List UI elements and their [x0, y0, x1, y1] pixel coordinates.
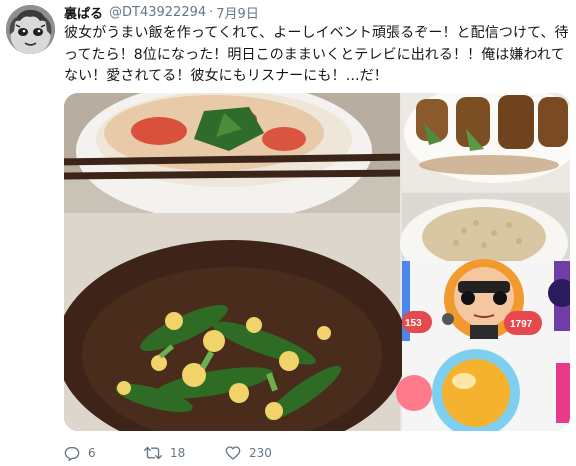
- badge-right: 1797: [510, 319, 533, 330]
- tweet-date[interactable]: 7月9日: [216, 3, 259, 22]
- heart-icon: [225, 446, 241, 460]
- like-count: 230: [249, 446, 272, 460]
- photo-app-screenshot[interactable]: 153 1797: [396, 259, 570, 431]
- tweet-text: 彼女がうまい飯を作ってくれて、よーしイベント頑張るぞー！と配信つけて、待 ってた…: [64, 23, 570, 88]
- avatar[interactable]: [6, 5, 55, 54]
- retweet-icon: [144, 446, 162, 460]
- separator-dot: ·: [209, 4, 214, 20]
- tweet: 裏ぱる @DT43922294 · 7月9日 彼女がうまい飯を作ってくれて、よー…: [0, 0, 576, 466]
- photo-food-main[interactable]: [64, 93, 408, 431]
- retweet-button[interactable]: 18: [144, 445, 225, 461]
- photo-meat-rolls[interactable]: [402, 93, 570, 191]
- user-handle[interactable]: @DT43922294: [109, 5, 206, 20]
- like-button[interactable]: 230: [225, 445, 305, 461]
- tweet-text-line: 彼女がうまい飯を作ってくれて、よーしイベント頑張るぞー！と配信つけて、待: [64, 25, 569, 41]
- avatar-image: [6, 5, 55, 54]
- badge-left: 153: [405, 318, 422, 329]
- tweet-header: 裏ぱる @DT43922294 · 7月9日: [64, 3, 259, 22]
- display-name[interactable]: 裏ぱる: [64, 3, 103, 22]
- tweet-text-line: ってたら！8位になった！明日このままいくとテレビに出れる！！俺は嫌われて: [64, 46, 565, 63]
- reply-count: 6: [88, 446, 96, 460]
- media-grid: 153 1797: [64, 93, 570, 431]
- reply-button[interactable]: 6: [64, 445, 144, 461]
- retweet-count: 18: [170, 446, 186, 460]
- tweet-actions: 6 18 230: [64, 444, 305, 462]
- tweet-text-line: ない！愛されてる！彼女にもリスナーにも！…だ！: [64, 68, 388, 84]
- reply-icon: [64, 447, 80, 461]
